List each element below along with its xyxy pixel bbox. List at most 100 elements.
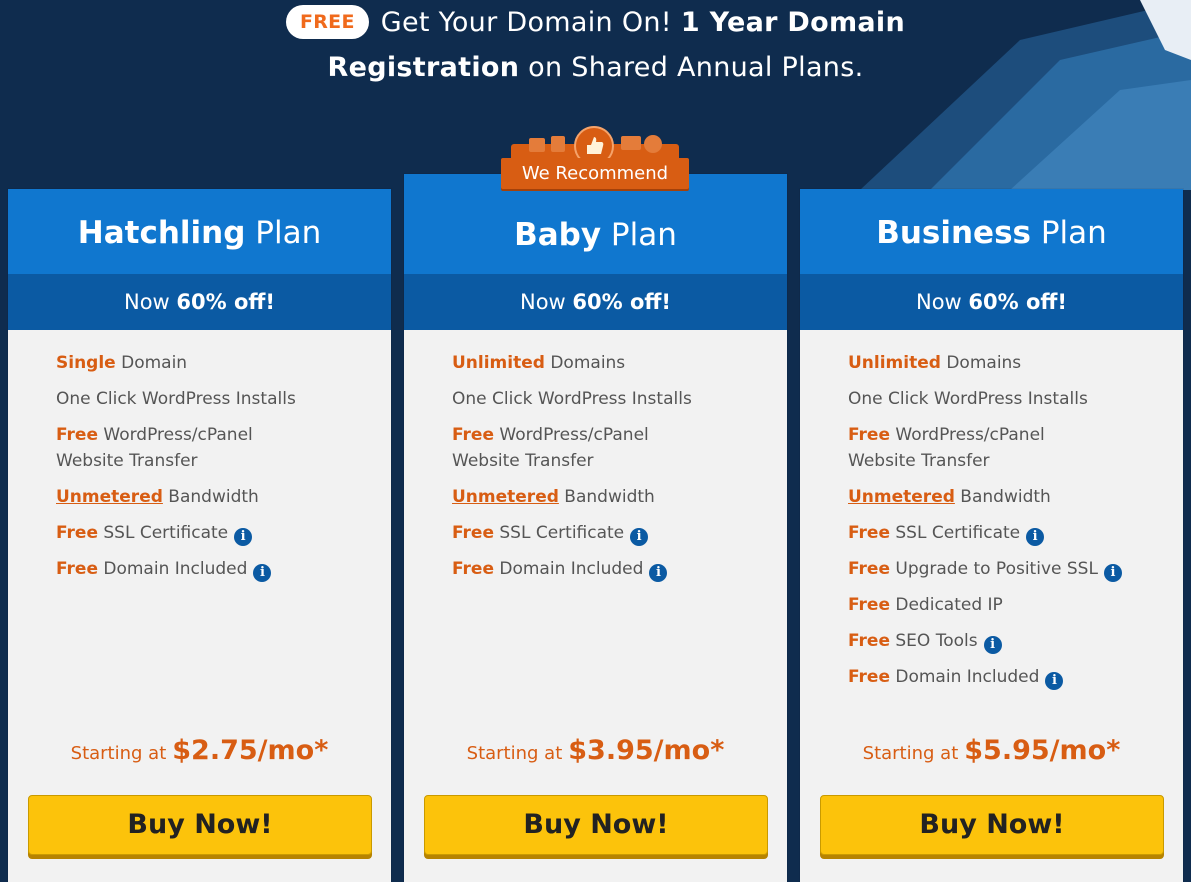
feature-text: SSL Certificate — [895, 523, 1021, 543]
feature-list: Unlimited Domains One Click WordPress In… — [800, 330, 1183, 690]
feature-text: Bandwidth — [960, 487, 1051, 507]
feature-text: Upgrade to Positive SSL — [895, 559, 1098, 579]
info-icon[interactable]: i — [234, 528, 253, 546]
feature-text: Website Transfer — [56, 451, 198, 471]
price-label: Starting at — [466, 743, 563, 764]
plan-name: Business — [876, 215, 1031, 251]
plan-title: Business Plan — [800, 189, 1183, 274]
feature-text: One Click WordPress Installs — [56, 389, 296, 409]
plan-card-baby: Baby Plan Now 60% off! Unlimited Domains… — [404, 174, 787, 882]
recommend-ribbon: We Recommend — [501, 126, 689, 196]
feature-highlight: Unlimited — [452, 353, 545, 373]
feature-text: WordPress/cPanel — [103, 425, 253, 445]
feature-item: One Click WordPress Installs — [848, 386, 1183, 412]
feature-item: One Click WordPress Installs — [452, 386, 787, 412]
price-amount: $5.95/mo* — [964, 735, 1121, 766]
feature-item: Free Domain Included i — [452, 556, 787, 582]
price-label: Starting at — [862, 743, 959, 764]
recommend-label: We Recommend — [501, 158, 689, 189]
feature-text: Domains — [550, 353, 626, 373]
plan-name: Baby — [514, 217, 602, 253]
info-icon[interactable]: i — [983, 636, 1002, 654]
feature-highlight: Free — [848, 559, 890, 579]
promo-header: FREE Get Your Domain On! 1 Year Domain Re… — [0, 0, 1191, 90]
feature-text: SEO Tools — [895, 631, 978, 651]
feature-item: Free SSL Certificate i — [56, 520, 391, 546]
feature-text: Website Transfer — [452, 451, 594, 471]
feature-highlight: Free — [848, 631, 890, 651]
info-icon[interactable]: i — [1045, 672, 1064, 690]
feature-text: One Click WordPress Installs — [452, 389, 692, 409]
discount-value: 60% off! — [572, 290, 671, 314]
discount-value: 60% off! — [968, 290, 1067, 314]
feature-highlight: Free — [848, 523, 890, 543]
plan-suffix: Plan — [255, 215, 322, 251]
plan-title: Hatchling Plan — [8, 189, 391, 274]
unmetered-link[interactable]: Unmetered — [848, 487, 955, 507]
feature-text: WordPress/cPanel — [499, 425, 649, 445]
plan-card-business: Business Plan Now 60% off! Unlimited Dom… — [800, 189, 1183, 882]
price-amount: $2.75/mo* — [172, 735, 329, 766]
feature-item: Free Domain Included i — [56, 556, 391, 582]
feature-item: Unlimited Domains — [848, 350, 1183, 376]
discount-prefix: Now — [519, 290, 566, 314]
feature-text: Bandwidth — [564, 487, 655, 507]
feature-text: Dedicated IP — [895, 595, 1003, 615]
feature-text: Domain Included — [103, 559, 248, 579]
feature-text: WordPress/cPanel — [895, 425, 1045, 445]
plan-price: Starting at $5.95/mo* — [800, 735, 1183, 766]
feature-highlight: Single — [56, 353, 116, 373]
feature-text: Domain Included — [499, 559, 644, 579]
feature-text: Domain Included — [895, 667, 1040, 687]
info-icon[interactable]: i — [1026, 528, 1045, 546]
feature-highlight: Free — [848, 425, 890, 445]
feature-item: Free WordPress/cPanel Website Transfer — [848, 422, 1183, 474]
feature-item: Free WordPress/cPanel Website Transfer — [56, 422, 391, 474]
buy-now-button[interactable]: Buy Now! — [28, 795, 372, 855]
feature-text: One Click WordPress Installs — [848, 389, 1088, 409]
promo-line2-text: on Shared Annual Plans. — [528, 52, 864, 83]
feature-highlight: Free — [56, 559, 98, 579]
unmetered-link[interactable]: Unmetered — [56, 487, 163, 507]
feature-text: SSL Certificate — [499, 523, 625, 543]
plan-suffix: Plan — [610, 217, 677, 253]
feature-item: Free SSL Certificate i — [452, 520, 787, 546]
plan-discount: Now 60% off! — [8, 274, 391, 330]
plan-card-hatchling: Hatchling Plan Now 60% off! Single Domai… — [8, 189, 391, 882]
feature-item: Free SSL Certificate i — [848, 520, 1183, 546]
buy-now-button[interactable]: Buy Now! — [424, 795, 768, 855]
feature-text: Domains — [946, 353, 1022, 373]
free-badge: FREE — [285, 5, 369, 39]
feature-item: Unmetered Bandwidth — [452, 484, 787, 510]
plan-suffix: Plan — [1040, 215, 1107, 251]
feature-text: Website Transfer — [848, 451, 990, 471]
feature-item: Free SEO Tools i — [848, 628, 1183, 654]
feature-highlight: Free — [452, 559, 494, 579]
feature-item: Free Upgrade to Positive SSL i — [848, 556, 1183, 582]
feature-text: Bandwidth — [168, 487, 259, 507]
discount-prefix: Now — [123, 290, 170, 314]
plan-discount: Now 60% off! — [404, 274, 787, 330]
info-icon[interactable]: i — [253, 564, 272, 582]
feature-list: Single Domain One Click WordPress Instal… — [8, 330, 391, 582]
feature-item: Free Dedicated IP — [848, 592, 1183, 618]
info-icon[interactable]: i — [1103, 564, 1122, 582]
promo-line1-bold: 1 Year Domain — [680, 7, 906, 38]
plan-name: Hatchling — [77, 215, 246, 251]
unmetered-link[interactable]: Unmetered — [452, 487, 559, 507]
feature-item: Single Domain — [56, 350, 391, 376]
feature-highlight: Free — [452, 523, 494, 543]
feature-highlight: Unlimited — [848, 353, 941, 373]
price-amount: $3.95/mo* — [568, 735, 725, 766]
feature-text: Domain — [121, 353, 188, 373]
feature-item: Unmetered Bandwidth — [56, 484, 391, 510]
feature-list: Unlimited Domains One Click WordPress In… — [404, 330, 787, 582]
discount-value: 60% off! — [176, 290, 275, 314]
buy-now-button[interactable]: Buy Now! — [820, 795, 1164, 855]
promo-line1-text: Get Your Domain On! — [380, 7, 672, 38]
info-icon[interactable]: i — [649, 564, 668, 582]
info-icon[interactable]: i — [630, 528, 649, 546]
feature-highlight: Free — [56, 425, 98, 445]
plan-discount: Now 60% off! — [800, 274, 1183, 330]
feature-item: Free Domain Included i — [848, 664, 1183, 690]
